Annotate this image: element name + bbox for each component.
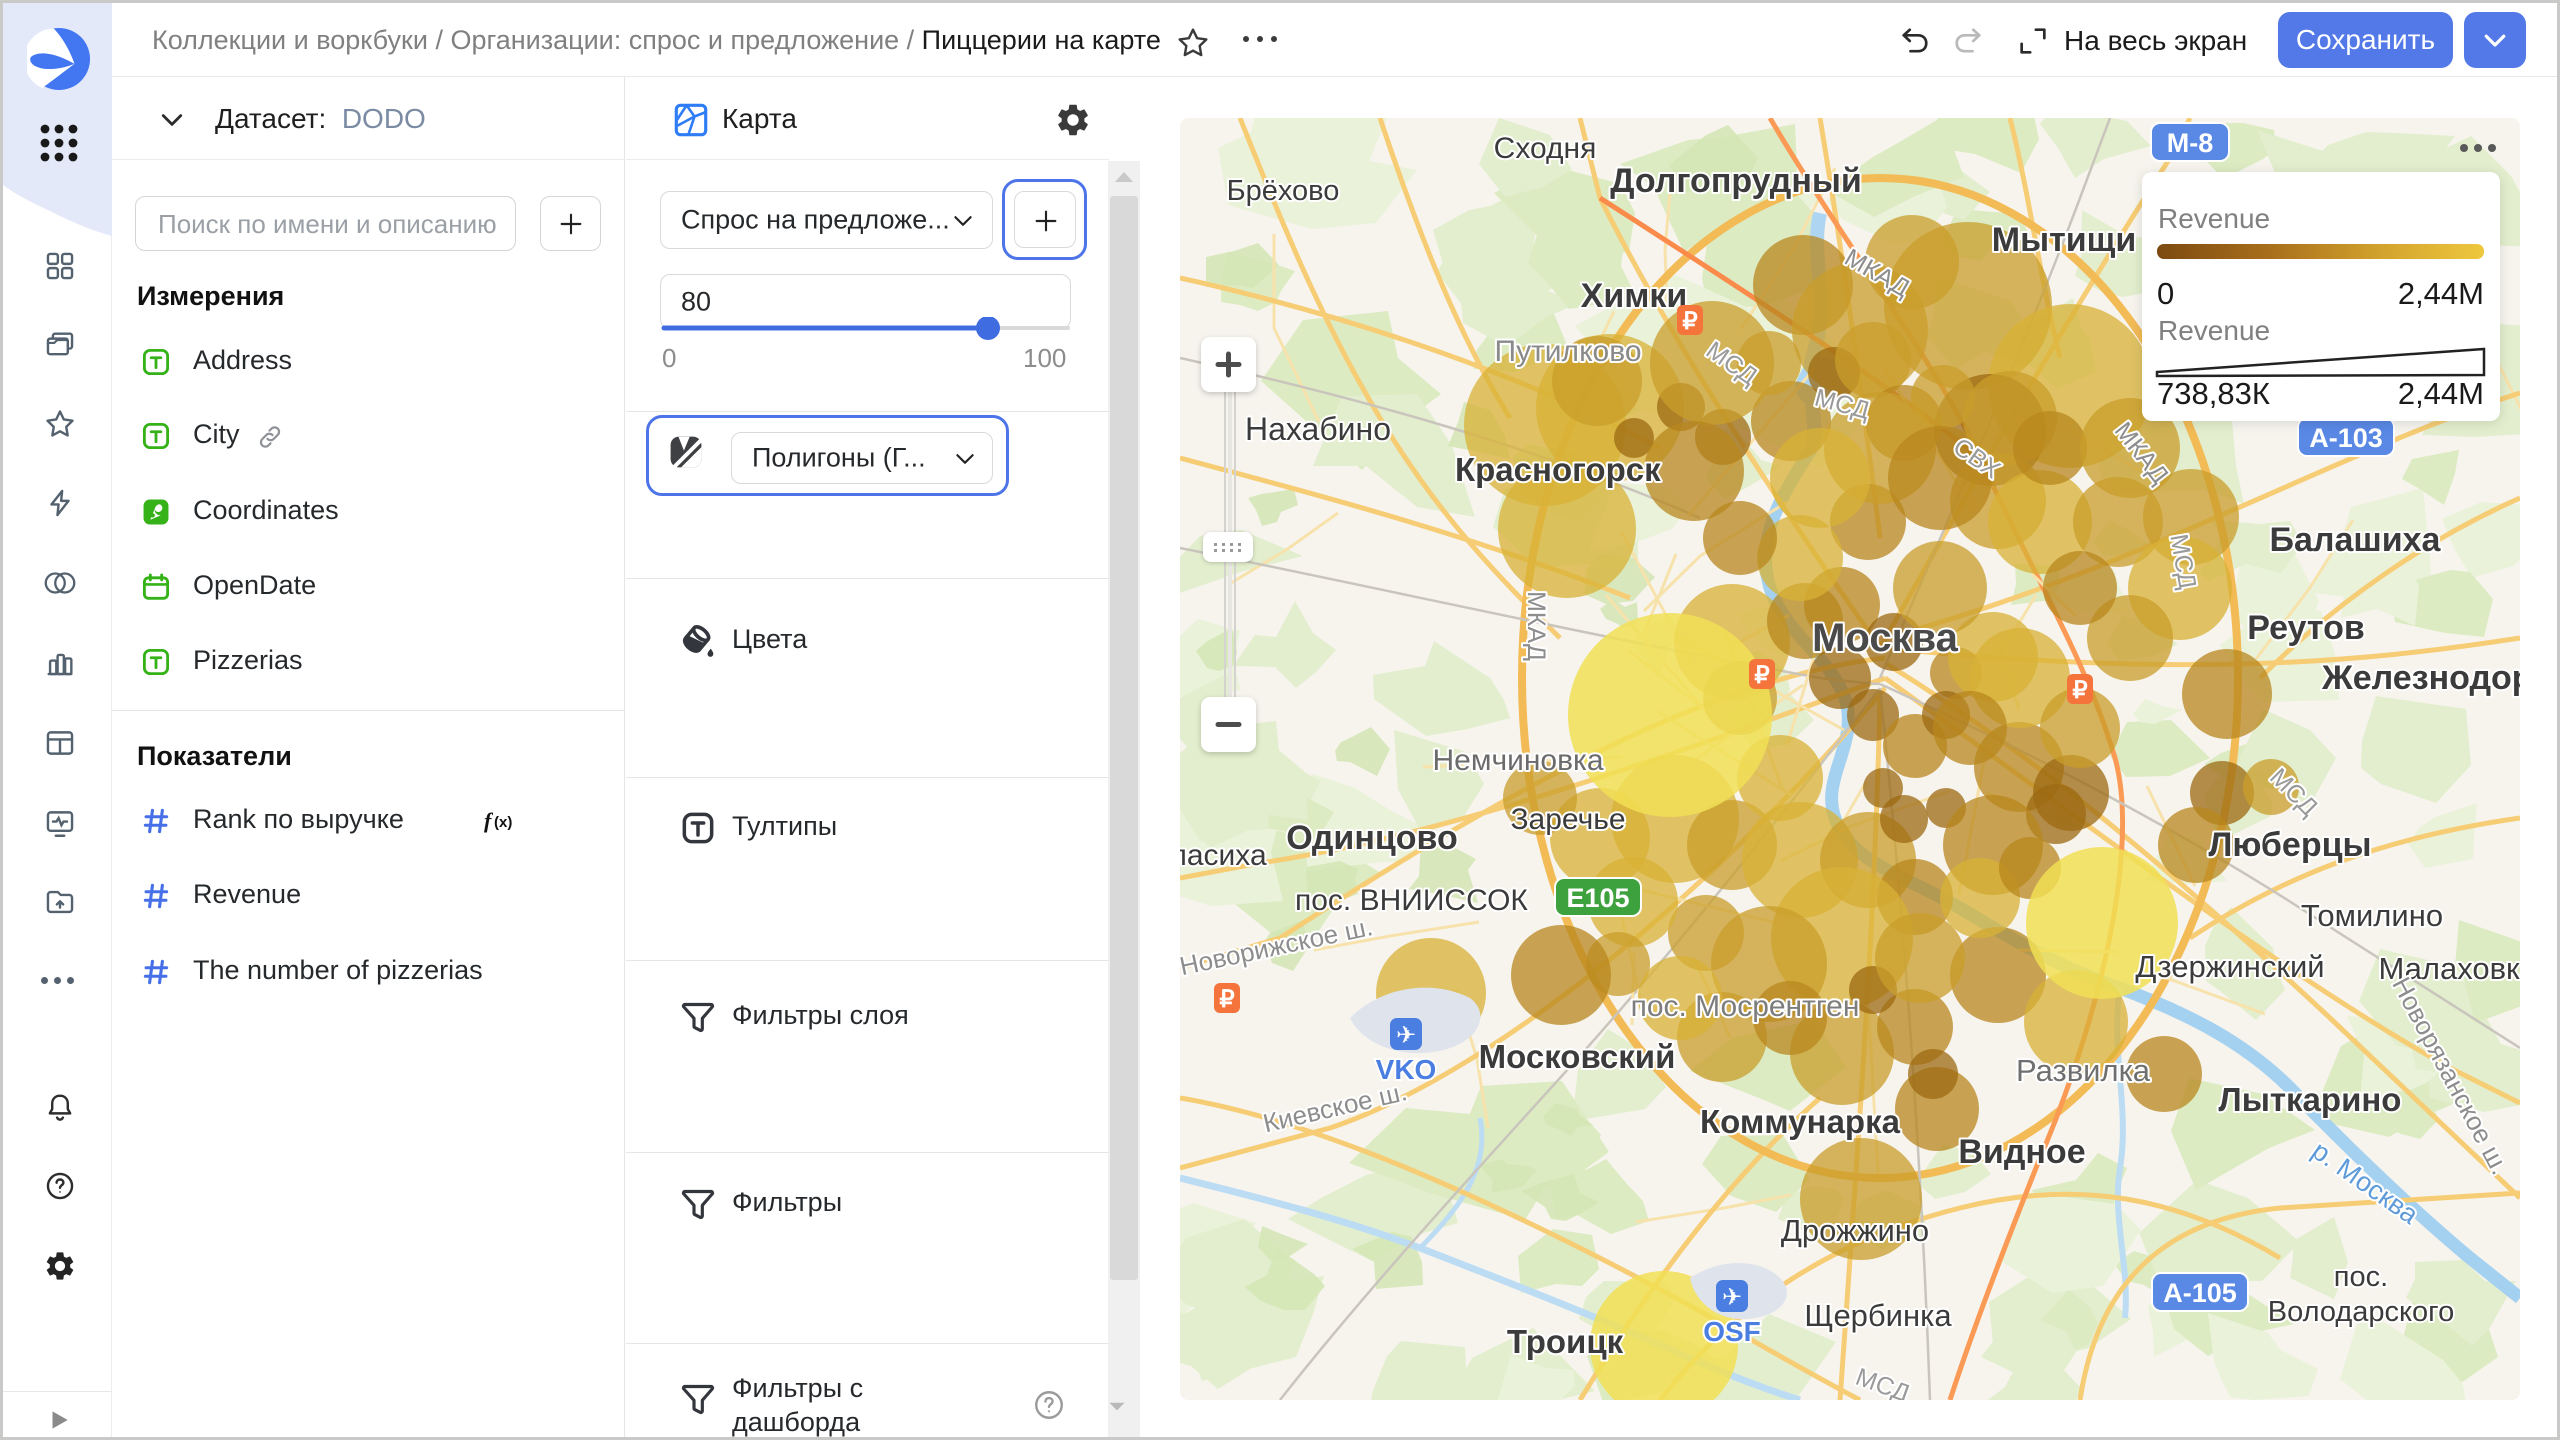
svg-text:Троицк: Троицк bbox=[1507, 1323, 1624, 1360]
svg-text:VKO: VKO bbox=[1376, 1054, 1437, 1085]
svg-text:Revenue: Revenue bbox=[2158, 315, 2270, 346]
svg-text:Сходня: Сходня bbox=[1494, 132, 1597, 165]
svg-text:Дрожжино: Дрожжино bbox=[1781, 1213, 1929, 1248]
svg-text:Лыткарино: Лыткарино bbox=[2219, 1081, 2402, 1118]
svg-text:пос.: пос. bbox=[2334, 1261, 2388, 1293]
svg-text:₽: ₽ bbox=[1219, 986, 1234, 1013]
svg-text:Развилка: Развилка bbox=[2016, 1053, 2151, 1088]
svg-text:Мытищи: Мытищи bbox=[1992, 221, 2137, 259]
svg-text:Долгопрудный: Долгопрудный bbox=[1610, 162, 1862, 200]
svg-text:Балашиха: Балашиха bbox=[2270, 521, 2442, 559]
svg-text:Revenue: Revenue bbox=[2158, 203, 2270, 234]
svg-text:Путилково: Путилково bbox=[1495, 335, 1642, 368]
svg-text:2,44M: 2,44M bbox=[2398, 276, 2484, 311]
svg-text:Железнодоро: Железнодоро bbox=[2321, 659, 2520, 697]
svg-text:Одинцово: Одинцово bbox=[1286, 819, 1458, 857]
svg-text:₽: ₽ bbox=[1754, 662, 1769, 689]
svg-text:738,83К: 738,83К bbox=[2157, 376, 2270, 411]
svg-text:Немчиновка: Немчиновка bbox=[1432, 744, 1603, 777]
svg-text:пос. Мосрентген: пос. Мосрентген bbox=[1631, 990, 1860, 1023]
svg-text:Дзержинский: Дзержинский bbox=[2135, 949, 2324, 984]
svg-text:А-103: А-103 bbox=[2309, 423, 2383, 453]
svg-text:пос. ВНИИССОК: пос. ВНИИССОК bbox=[1295, 884, 1528, 917]
svg-text:Заречье: Заречье bbox=[1510, 803, 1625, 836]
svg-text:Брёхово: Брёхово bbox=[1227, 175, 1340, 207]
svg-text:А-105: А-105 bbox=[2163, 1278, 2237, 1308]
svg-text:Щербинка: Щербинка bbox=[1804, 1298, 1952, 1333]
svg-text:2,44M: 2,44M bbox=[2398, 376, 2484, 411]
svg-text:ласиха: ласиха bbox=[1180, 839, 1267, 872]
svg-text:f: f bbox=[484, 808, 494, 833]
svg-text:Томилино: Томилино bbox=[2301, 898, 2443, 933]
svg-text:Химки: Химки bbox=[1581, 277, 1688, 315]
svg-text:Нахабино: Нахабино bbox=[1245, 411, 1391, 447]
svg-text:Реутов: Реутов bbox=[2247, 609, 2365, 647]
svg-text:✈: ✈ bbox=[1722, 1284, 1742, 1311]
svg-text:Володарского: Володарского bbox=[2268, 1296, 2454, 1328]
svg-text:✈: ✈ bbox=[1396, 1022, 1416, 1049]
svg-text:Люберцы: Люберцы bbox=[2208, 826, 2371, 864]
svg-text:(x): (x) bbox=[494, 814, 512, 831]
svg-text:Коммунарка: Коммунарка bbox=[1700, 1103, 1901, 1140]
svg-text:Е105: Е105 bbox=[1566, 883, 1629, 913]
svg-text:МКАД: МКАД bbox=[1522, 591, 1550, 661]
svg-text:Москва: Москва bbox=[1812, 616, 1959, 660]
svg-text:Видное: Видное bbox=[1958, 1133, 2085, 1171]
svg-text:₽: ₽ bbox=[1682, 308, 1697, 335]
svg-text:₽: ₽ bbox=[2072, 677, 2087, 704]
svg-text:Красногорск: Красногорск bbox=[1455, 451, 1661, 488]
svg-text:0: 0 bbox=[2157, 276, 2174, 311]
svg-text:М-8: М-8 bbox=[2167, 128, 2214, 158]
svg-text:OSF: OSF bbox=[1703, 1316, 1761, 1347]
svg-text:Московский: Московский bbox=[1479, 1038, 1676, 1075]
